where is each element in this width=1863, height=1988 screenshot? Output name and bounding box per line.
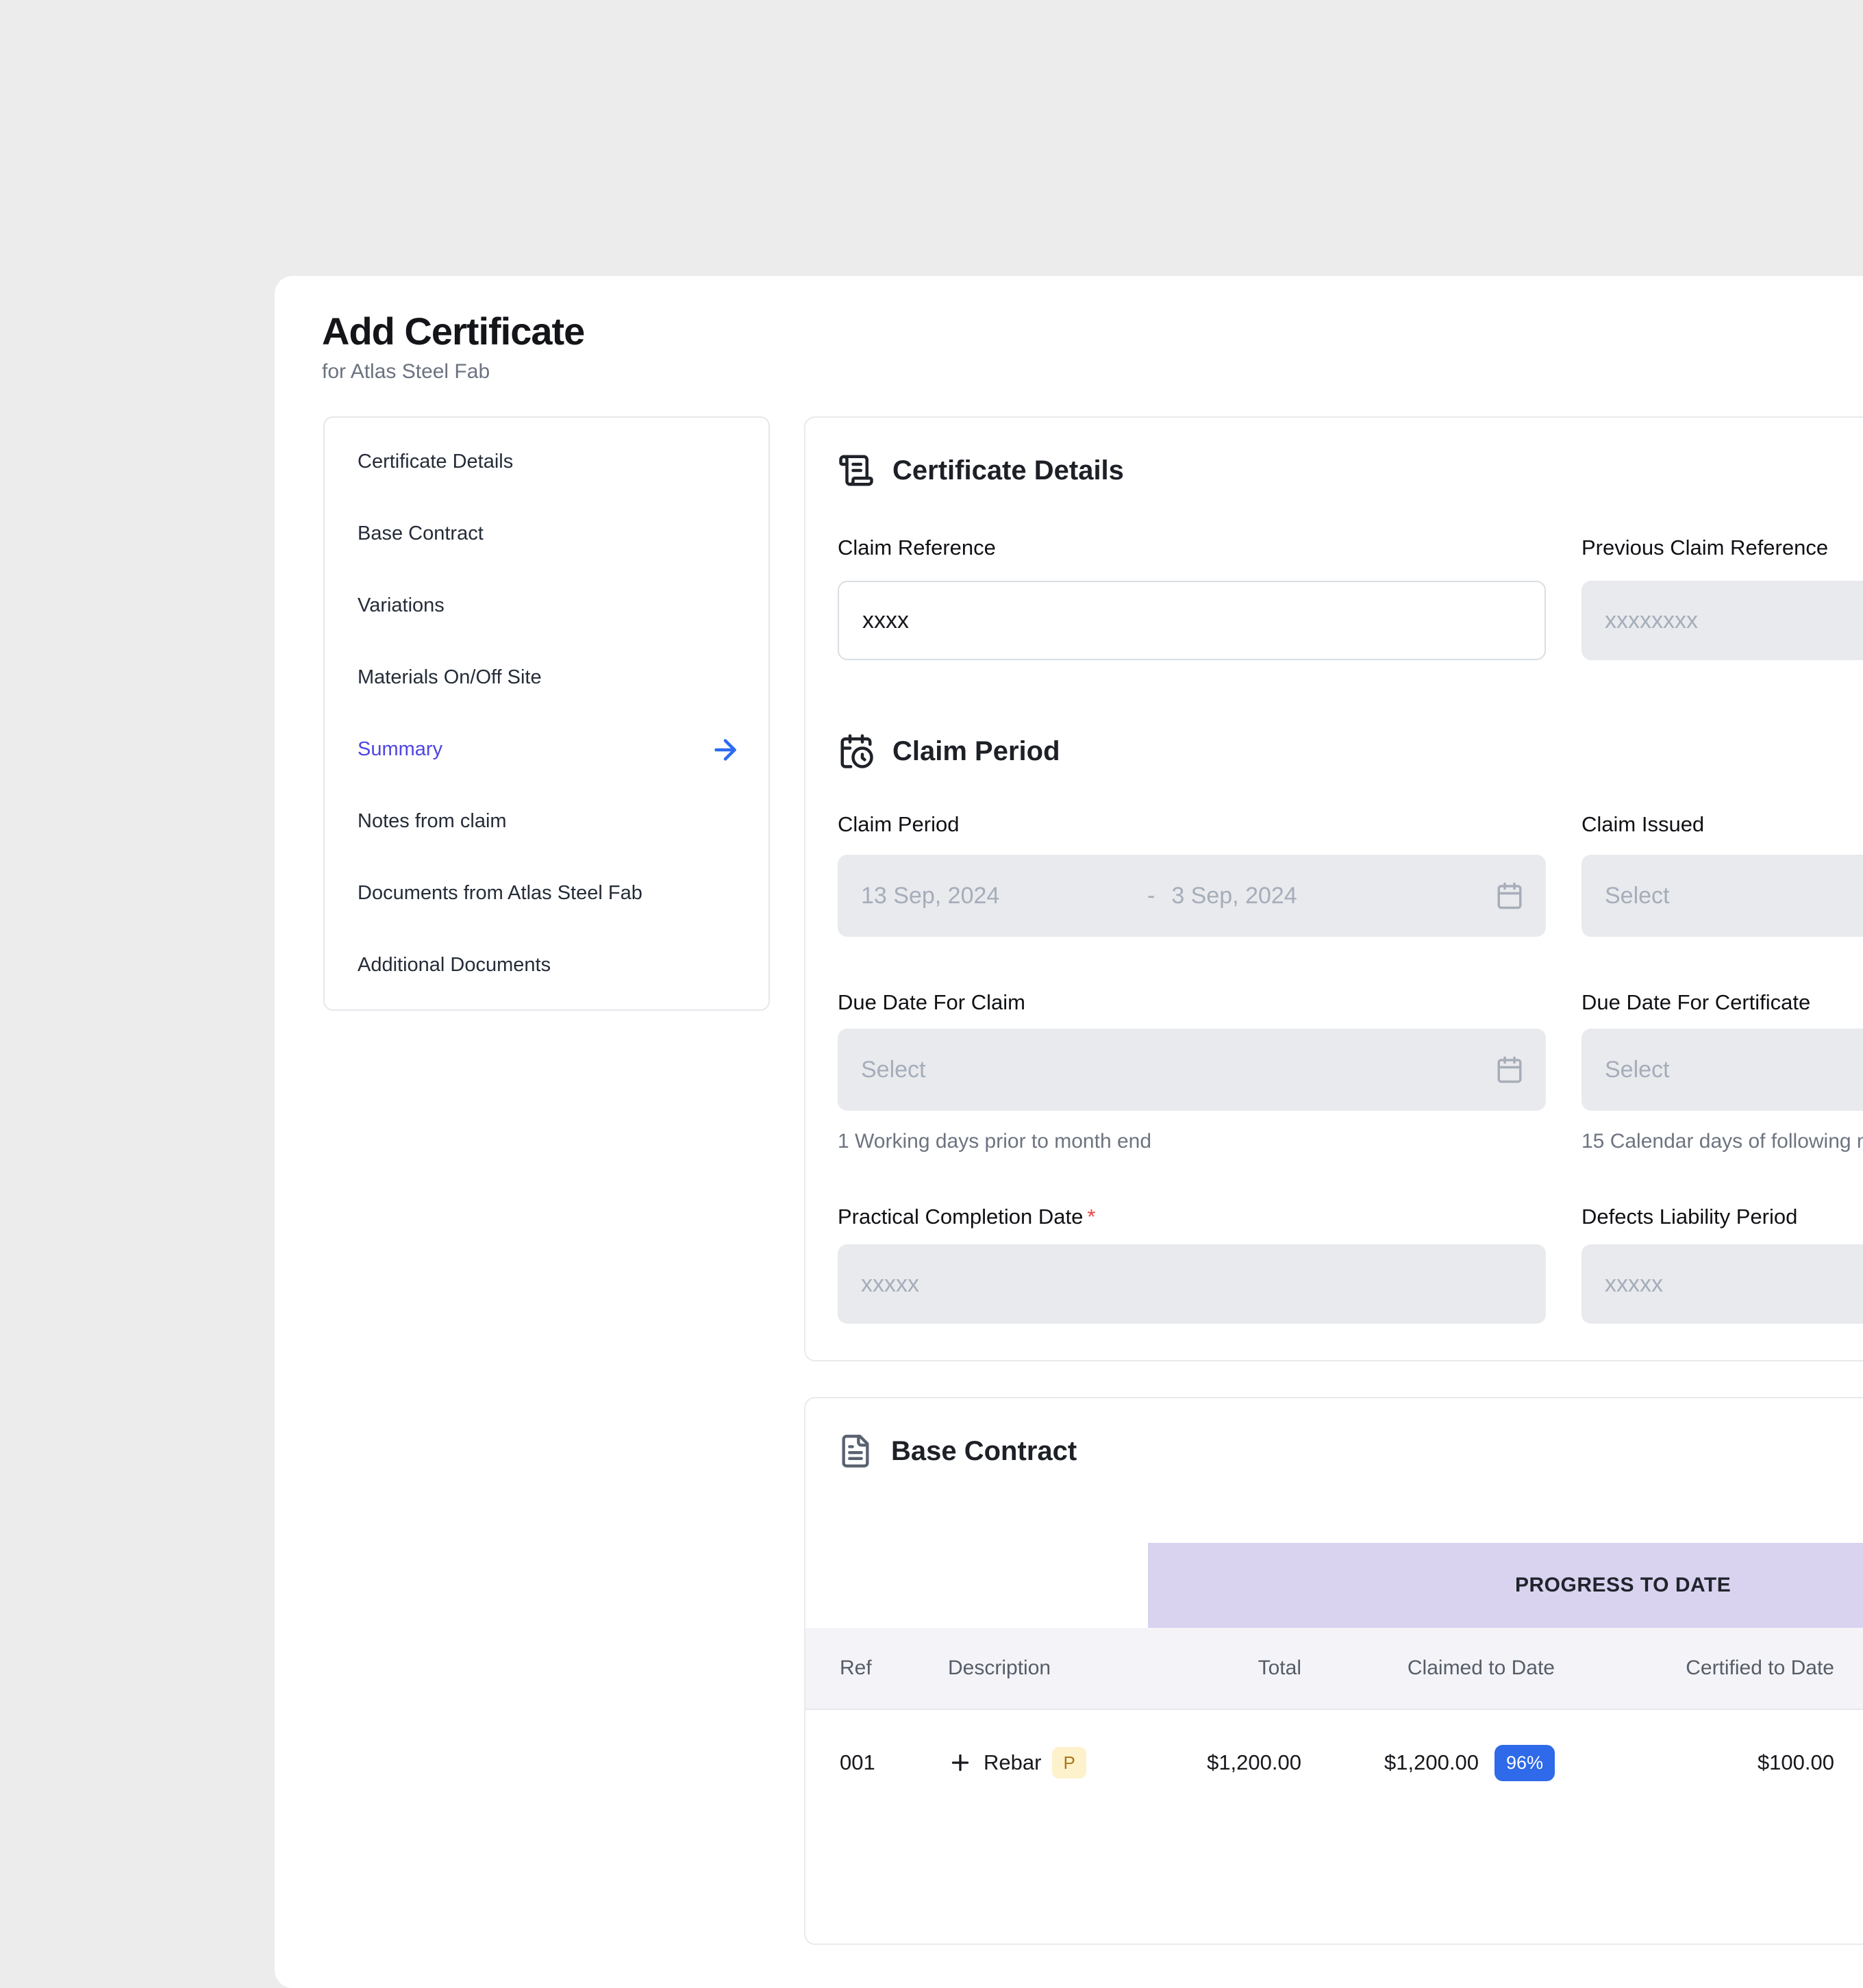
due-date-for-certificate-helper: 15 Calendar days of following month (1581, 1130, 1863, 1153)
claim-period-label: Claim Period (838, 811, 1546, 838)
claim-period-start: 13 Sep, 2024 (861, 883, 1147, 909)
due-date-for-claim-placeholder: Select (861, 1057, 926, 1083)
due-date-for-claim-helper: 1 Working days prior to month end (838, 1130, 1546, 1153)
scroll-text-icon (838, 452, 875, 489)
col-header-total: Total (1166, 1657, 1301, 1680)
progress-to-date-band: PROGRESS TO DATE (1148, 1543, 1863, 1628)
add-certificate-panel: Add Certificate for Atlas Steel Fab Cert… (275, 276, 1863, 1988)
nav-item-notes-from-claim[interactable]: Notes from claim (325, 785, 768, 857)
col-header-certified-to-date: Certified to Date (1555, 1657, 1834, 1680)
practical-completion-date-input[interactable] (838, 1244, 1546, 1324)
page-subtitle: for Atlas Steel Fab (322, 360, 1863, 383)
base-contract-card: Base Contract PROGRESS TO DATE Ref Descr… (804, 1397, 1863, 1945)
section-title-certificate-details: Certificate Details (892, 455, 1124, 486)
nav-item-materials-on-off-site[interactable]: Materials On/Off Site (325, 642, 768, 714)
section-nav: Certificate Details Base Contract Variat… (323, 416, 770, 1011)
nav-item-additional-documents[interactable]: Additional Documents (325, 929, 768, 1001)
claim-issued-placeholder: Select (1605, 883, 1670, 909)
claim-issued-select[interactable]: Select (1581, 855, 1863, 937)
section-title-base-contract: Base Contract (891, 1436, 1077, 1467)
previous-claim-reference-label: Previous Claim Reference (1581, 534, 1863, 562)
arrow-right-icon (710, 734, 741, 766)
nav-item-label: Summary (358, 738, 442, 761)
certificate-details-card: Certificate Details Claim Reference Prev… (804, 416, 1863, 1361)
claim-reference-label: Claim Reference (838, 534, 1546, 562)
nav-item-variations[interactable]: Variations (325, 570, 768, 642)
claim-period-separator: - (1147, 883, 1155, 909)
progress-to-date-label: PROGRESS TO DATE (1515, 1543, 1731, 1628)
required-asterisk: * (1087, 1205, 1095, 1229)
calendar-icon (1495, 881, 1524, 910)
defects-liability-period-label: Defects Liability Period (1581, 1203, 1863, 1231)
due-date-for-certificate-label: Due Date For Certificate (1581, 989, 1863, 1016)
defects-liability-period-input[interactable] (1581, 1244, 1863, 1324)
due-date-for-claim-label: Due Date For Claim (838, 989, 1546, 1016)
practical-completion-date-label: Practical Completion Date* (838, 1203, 1546, 1231)
nav-item-label: Base Contract (358, 523, 484, 545)
row-description: Rebar (984, 1750, 1041, 1775)
previous-claim-reference-input[interactable] (1581, 581, 1863, 660)
claim-period-range-field[interactable]: 13 Sep, 2024 - 3 Sep, 2024 (838, 855, 1546, 937)
due-date-for-certificate-select[interactable]: Select (1581, 1029, 1863, 1111)
section-title-claim-period: Claim Period (892, 736, 1060, 767)
col-header-claimed-to-date: Claimed to Date (1301, 1657, 1555, 1680)
row-total: $1,200.00 (1166, 1750, 1301, 1775)
nav-item-label: Variations (358, 594, 445, 617)
due-date-for-claim-select[interactable]: Select (838, 1029, 1546, 1111)
nav-item-label: Documents from Atlas Steel Fab (358, 882, 642, 905)
nav-item-base-contract[interactable]: Base Contract (325, 498, 768, 570)
nav-item-label: Additional Documents (358, 954, 551, 977)
row-certified: $100.00 (1555, 1750, 1834, 1775)
calendar-icon (1495, 1055, 1524, 1084)
claimed-percent-badge: 96% (1495, 1745, 1555, 1781)
file-text-icon (838, 1433, 873, 1469)
page-title: Add Certificate (322, 309, 1863, 353)
nav-item-documents-from-atlas-steel-fab[interactable]: Documents from Atlas Steel Fab (325, 857, 768, 929)
due-date-for-certificate-placeholder: Select (1605, 1057, 1670, 1083)
nav-item-label: Certificate Details (358, 451, 513, 473)
nav-item-certificate-details[interactable]: Certificate Details (325, 426, 768, 498)
calendar-clock-icon (838, 733, 875, 770)
nav-item-label: Notes from claim (358, 810, 507, 833)
nav-item-summary[interactable]: Summary (325, 714, 768, 785)
row-ref: 001 (840, 1750, 948, 1775)
nav-item-label: Materials On/Off Site (358, 666, 542, 689)
claim-period-end: 3 Sep, 2024 (1171, 883, 1297, 909)
provisional-tag-badge: P (1052, 1747, 1086, 1778)
col-header-ref: Ref (840, 1657, 948, 1680)
claim-reference-input[interactable] (838, 581, 1546, 660)
claim-issued-label: Claim Issued (1581, 811, 1863, 838)
col-header-description: Description (948, 1657, 1166, 1680)
table-header-row: Ref Description Total Claimed to Date Ce… (805, 1628, 1863, 1709)
base-contract-table: PROGRESS TO DATE Ref Description Total C… (805, 1543, 1863, 1815)
expand-row-plus-icon[interactable] (948, 1750, 973, 1775)
row-claimed: $1,200.00 (1384, 1750, 1479, 1775)
